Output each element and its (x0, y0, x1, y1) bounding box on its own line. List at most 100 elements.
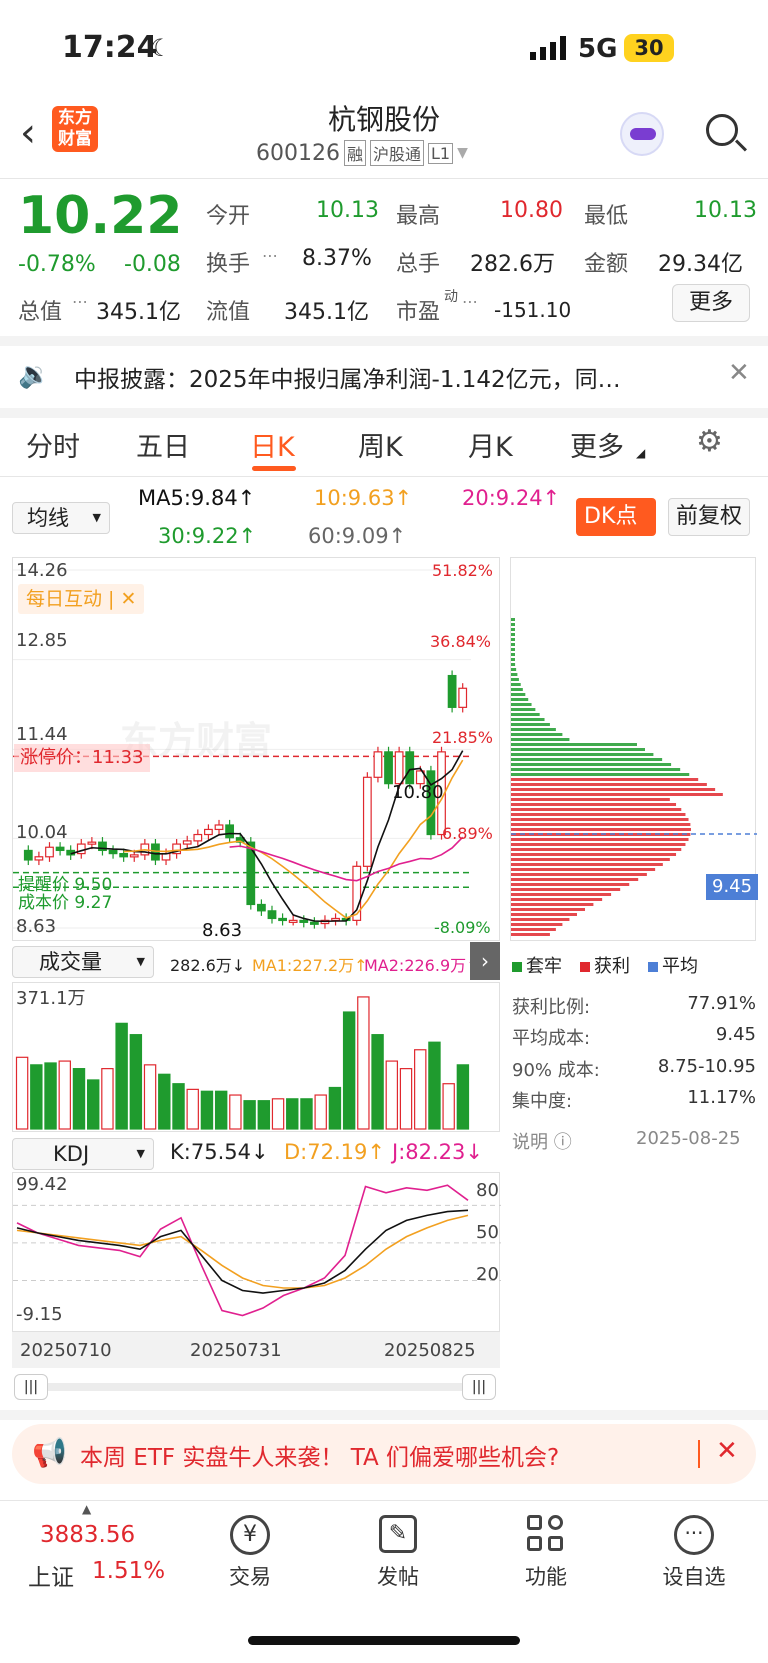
kdj-selector[interactable]: KDJ ▼ (12, 1138, 154, 1170)
tab-weekly-k[interactable]: 周K (358, 425, 403, 464)
ma-selector-label: 均线 (27, 506, 69, 530)
candle (267, 910, 277, 920)
nav-post-label: 发帖 (377, 1565, 419, 1589)
chip-bar (511, 863, 663, 866)
volume-bar (271, 1098, 285, 1130)
tab-intraday[interactable]: 分时 (26, 425, 80, 464)
volume-bar (30, 1064, 43, 1130)
nav-functions-label: 功能 (525, 1565, 567, 1589)
kdj-panel[interactable] (12, 1172, 501, 1332)
info-icon[interactable]: ⋯ (72, 292, 88, 311)
chip-bar (511, 913, 577, 916)
kdj-j: J:82.23↓ (392, 1140, 483, 1164)
chip-bar (511, 798, 670, 801)
volume-bar (257, 1100, 271, 1130)
notice-text[interactable]: 中报披露：2025年中报归属净利润-1.142亿元，同… (74, 360, 684, 394)
chip-bar (511, 933, 550, 936)
candle (87, 841, 97, 845)
low-value: 10.13 (694, 198, 757, 223)
kdj-j-line (16, 1184, 469, 1317)
volume-bar (158, 1073, 171, 1130)
chevron-down-icon[interactable]: ▼ (457, 145, 468, 161)
section-gap (0, 408, 768, 418)
y-label-3: 11.44 (16, 724, 68, 745)
volume-bar (328, 1086, 342, 1130)
dk-point-button[interactable]: DK点 (576, 498, 656, 536)
chip-bar (511, 778, 699, 781)
range-slider-track[interactable] (26, 1383, 480, 1391)
y-label-4: 10.04 (16, 822, 68, 843)
volume-bar (186, 1088, 199, 1130)
chip-bar (511, 703, 532, 706)
search-icon[interactable] (704, 112, 748, 156)
network-label: 5G (578, 34, 618, 64)
section-gap (0, 336, 768, 346)
volume-bar (428, 1041, 441, 1130)
nav-functions[interactable]: 功能 (506, 1515, 586, 1591)
candle (288, 919, 298, 923)
high-marker-label: 10.80 (392, 782, 444, 803)
index-pct[interactable]: 1.51% (92, 1558, 165, 1584)
cost-price-label: 成本价 9.27 (18, 893, 113, 913)
volume-bar (286, 1098, 299, 1130)
stock-code-row: 600126 融 沪股通 L1 ▼ (256, 140, 468, 166)
robot-avatar-icon[interactable] (620, 112, 664, 156)
chip-avg-label: 9.45 (706, 874, 759, 900)
chip-bar (511, 928, 556, 931)
info-icon[interactable]: ⋯ (462, 292, 478, 311)
tab-monthly-k[interactable]: 月K (468, 425, 513, 464)
chip-bar (511, 833, 691, 836)
active-tab-indicator (252, 466, 296, 471)
open-value: 10.13 (316, 198, 379, 223)
promo-banner[interactable]: 📢 本周 ETF 实盘牛人来袭！ TA 们偏爱哪些机会? ✕ (12, 1424, 756, 1484)
candle (214, 824, 224, 831)
indicator-selector[interactable]: 成交量 ▼ (12, 946, 154, 978)
chip-bar (511, 718, 545, 721)
y-max-label: 14.26 (16, 560, 68, 581)
volume-label: 总手 (396, 252, 441, 277)
chip-bar (511, 783, 707, 786)
y-min-label: 8.63 (16, 916, 57, 937)
range-slider-left-handle[interactable]: ||| (14, 1374, 48, 1400)
chip-bar (511, 893, 612, 896)
chip-bar (511, 823, 691, 826)
tab-five-day[interactable]: 五日 (136, 425, 190, 464)
close-icon[interactable]: ✕ (728, 358, 750, 388)
index-value[interactable]: 3883.56 (40, 1522, 135, 1548)
chip-bar (511, 808, 682, 811)
float-value: 345.1亿 (284, 300, 369, 325)
settings-gear-icon[interactable]: ⚙ (696, 424, 723, 459)
ma-selector[interactable]: 均线 ▼ (12, 502, 110, 534)
index-name[interactable]: 上证 (28, 1558, 74, 1592)
nav-trade-label: 交易 (229, 1565, 271, 1589)
volume-max-label: 371.1万 (16, 988, 86, 1009)
tab-more[interactable]: 更多 (570, 425, 624, 464)
stat-label: 平均成本: (512, 1028, 591, 1049)
chip-bar (511, 738, 570, 741)
info-icon[interactable]: ⋯ (262, 246, 278, 265)
speaker-icon: 🔉 (18, 360, 51, 390)
kdj-d: D:72.19↑ (284, 1140, 385, 1164)
more-button[interactable]: 更多 (672, 284, 750, 322)
range-slider-right-handle[interactable]: ||| (462, 1374, 496, 1400)
turnover-label: 换手 (206, 252, 251, 277)
candle (447, 674, 457, 708)
expand-right-icon[interactable]: › (470, 942, 500, 980)
nav-post[interactable]: ✎ 发帖 (358, 1515, 438, 1591)
chip-bar (511, 868, 656, 871)
tab-daily-k[interactable]: 日K (250, 425, 295, 464)
daily-interaction-tag[interactable]: 每日互动 | ✕ (18, 584, 145, 614)
pct-label-1: 51.82% (432, 561, 494, 580)
nav-watchlist-label: 设自选 (662, 1565, 726, 1589)
close-icon[interactable]: ✕ (716, 1436, 738, 1466)
chip-bar (511, 898, 603, 901)
chip-bar (511, 643, 515, 646)
candle (129, 854, 139, 858)
stat-label: 90% 成本: (512, 1060, 600, 1081)
candle (45, 846, 54, 858)
explain-link[interactable]: 说明 ⓘ (512, 1128, 572, 1154)
indicator-label: 成交量 (39, 950, 102, 974)
adjust-button[interactable]: 前复权 (668, 498, 750, 536)
nav-watchlist[interactable]: ··· 设自选 (654, 1515, 734, 1591)
nav-trade[interactable]: ¥ 交易 (210, 1515, 290, 1591)
